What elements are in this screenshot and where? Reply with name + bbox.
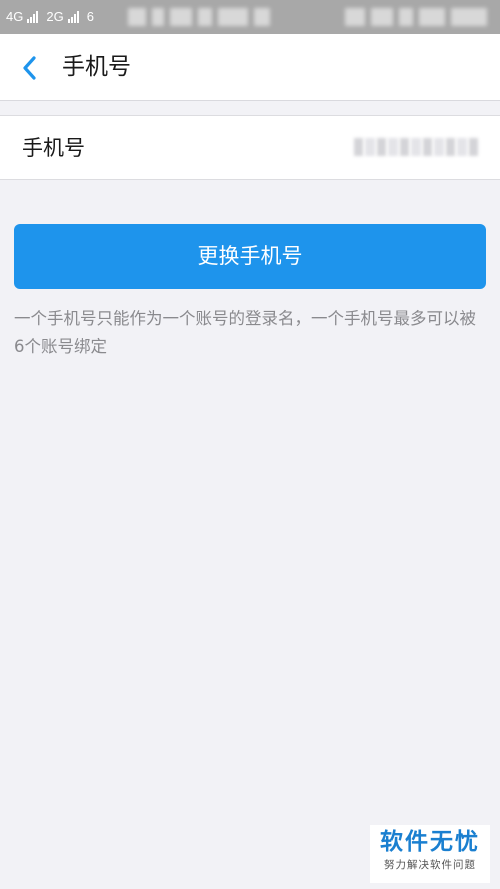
status-bar-redacted-left xyxy=(128,8,270,26)
network-type-1: 4G xyxy=(6,9,24,24)
phone-number-label: 手机号 xyxy=(22,136,85,160)
watermark: 软件无忧 努力解决软件问题 xyxy=(370,825,490,883)
chevron-left-icon xyxy=(23,56,36,80)
status-bar: 4G 2G 6 xyxy=(0,0,500,34)
hint-text: 一个手机号只能作为一个账号的登录名，一个手机号最多可以被6个账号绑定 xyxy=(14,309,476,356)
status-bar-left: 4G 2G 6 xyxy=(6,9,94,25)
page-title: 手机号 xyxy=(62,54,131,80)
network-type-2: 2G xyxy=(46,9,64,24)
phone-number-row: 手机号 xyxy=(0,115,500,180)
navigation-bar: 手机号 xyxy=(0,34,500,101)
watermark-title: 软件无忧 xyxy=(380,829,480,855)
status-extra: 6 xyxy=(86,9,94,24)
back-button[interactable] xyxy=(14,52,46,84)
signal-strength-icon xyxy=(67,11,79,23)
change-phone-number-button[interactable]: 更换手机号 xyxy=(14,224,486,289)
watermark-subtitle: 努力解决软件问题 xyxy=(384,859,476,871)
status-bar-redacted-right xyxy=(345,8,487,26)
phone-number-value-redacted xyxy=(354,136,478,158)
signal-strength-icon xyxy=(27,11,39,23)
